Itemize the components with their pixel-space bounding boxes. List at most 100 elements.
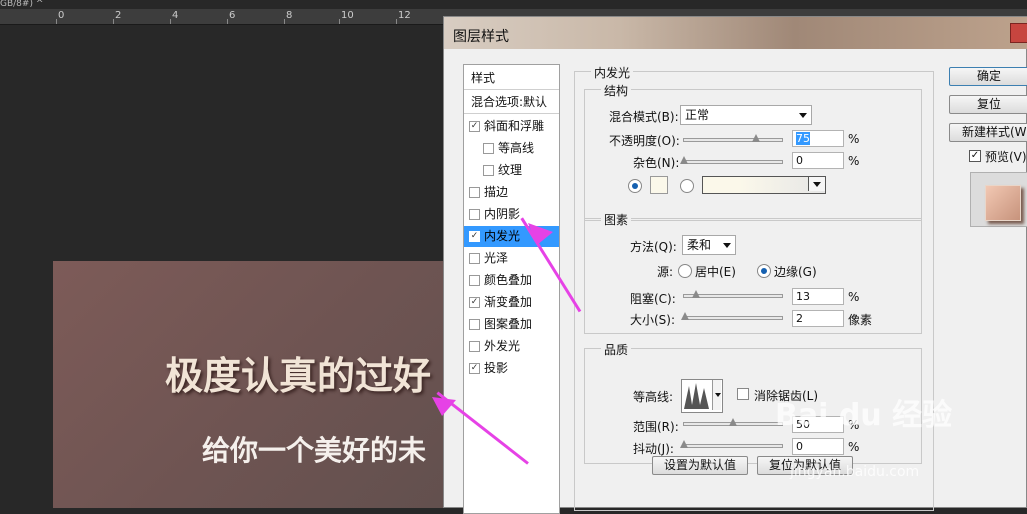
slider-thumb-icon[interactable] [729,418,738,427]
blend-options-item[interactable]: 混合选项:默认 [471,93,547,110]
checkbox-checked-icon[interactable]: ✓ [469,297,480,308]
style-item[interactable]: ✓ 投影 [464,358,559,379]
checkbox-icon[interactable] [469,209,480,220]
source-edge-radio[interactable] [757,264,771,278]
gradient-radio[interactable] [680,179,694,193]
slider-thumb-icon[interactable] [752,134,761,143]
blend-mode-label: 混合模式(B): [609,110,679,124]
style-item-label: 投影 [484,361,509,375]
ruler-label: 12 [398,10,411,21]
checkbox-icon[interactable] [483,165,494,176]
layer-style-dialog: 图层样式 样式 混合选项:默认 ✓ 斜面和浮雕 等高线 纹理 描边 内阴影 ✓ 内发光 光泽 颜色… [443,16,1027,514]
range-label: 范围(R): [633,420,679,434]
ok-button[interactable]: 确定 [949,67,1027,86]
slider-thumb-icon[interactable] [692,290,701,299]
watermark-logo: Bai du 经验 [775,398,953,433]
checkbox-icon[interactable] [469,341,480,352]
noise-unit: % [848,154,860,168]
antialias-checkbox[interactable] [737,388,749,400]
elements-legend: 图素 [601,211,632,228]
checkbox-checked-icon[interactable]: ✓ [469,121,480,132]
method-select[interactable]: 柔和 [682,235,736,255]
jitter-label: 抖动(J): [633,442,674,456]
style-item-label: 等高线 [498,141,535,155]
blend-mode-select[interactable]: 正常 [680,105,812,125]
make-default-button[interactable]: 设置为默认值 [652,456,748,475]
chevron-down-icon [715,393,721,397]
opacity-label: 不透明度(O): [609,134,680,148]
styles-header[interactable]: 样式 [471,69,495,86]
opacity-field[interactable]: 75 [792,130,844,147]
style-item-label: 颜色叠加 [484,273,533,287]
style-item[interactable]: 图案叠加 [464,314,559,335]
glow-gradient-swatch[interactable] [702,176,826,194]
source-label: 源: [657,265,674,279]
slider-thumb-icon[interactable] [680,156,689,165]
ruler-label: 4 [172,10,179,21]
arrow-head-icon [528,223,553,245]
size-field[interactable]: 2 [792,310,844,327]
dialog-titlebar[interactable]: 图层样式 [444,17,1027,49]
size-value: 2 [796,312,803,325]
opacity-slider[interactable] [683,134,783,142]
size-slider[interactable] [681,312,783,320]
jitter-slider[interactable] [680,440,783,448]
checkbox-icon[interactable] [469,275,480,286]
blend-mode-value: 正常 [685,108,710,122]
jitter-unit: % [848,440,860,454]
choke-field[interactable]: 13 [792,288,844,305]
slider-thumb-icon[interactable] [680,440,689,449]
chevron-down-icon[interactable] [813,182,821,187]
style-item[interactable]: 等高线 [464,138,559,159]
new-style-button[interactable]: 新建样式(W [949,123,1027,142]
jitter-field[interactable]: 0 [792,438,844,455]
structure-group: 结构 混合模式(B): 正常 不透明度(O): 75 % 杂色(N): 0 % [584,82,922,221]
style-item-label: 斜面和浮雕 [484,119,545,133]
document-tab[interactable]: GB/8#) ^ [0,0,60,9]
contour-label: 等高线: [633,390,674,404]
style-item[interactable]: 颜色叠加 [464,270,559,291]
tab-close-icon[interactable]: ^ [36,0,44,9]
opacity-value: 75 [796,132,810,145]
document-canvas[interactable]: 极度认真的过好 给你一个美好的未 [53,261,453,508]
section-title: 内发光 [591,64,634,81]
preview-label: 预览(V) [985,150,1027,164]
style-item-label: 内阴影 [484,207,521,221]
style-item[interactable]: 外发光 [464,336,559,357]
checkbox-checked-icon[interactable]: ✓ [469,231,480,242]
checkbox-icon[interactable] [483,143,494,154]
watermark-url: jingyan.baidu.com [790,464,920,480]
style-item[interactable]: 描边 [464,182,559,203]
noise-field[interactable]: 0 [792,152,844,169]
ruler-label: 6 [229,10,236,21]
checkbox-icon[interactable] [469,319,480,330]
elements-group: 图素 方法(Q): 柔和 源: 居中(E) 边缘(G) 阻塞(C): 13 % … [584,211,922,334]
canvas-title-text: 极度认真的过好 [165,354,432,398]
glow-color-swatch[interactable] [650,176,668,194]
size-unit: 像素 [848,313,873,327]
choke-value: 13 [796,290,810,303]
source-center-radio[interactable] [678,264,692,278]
style-item[interactable]: 纹理 [464,160,559,181]
arrow-head-icon [432,397,456,416]
dialog-title: 图层样式 [453,29,509,45]
method-label: 方法(Q): [630,240,677,254]
preview-checkbox[interactable]: ✓ [969,150,981,162]
ruler-label: 2 [115,10,122,21]
checkbox-icon[interactable] [469,187,480,198]
slider-thumb-icon[interactable] [681,312,690,321]
contour-picker[interactable] [681,379,723,413]
checkbox-icon[interactable] [469,253,480,264]
noise-slider[interactable] [680,156,783,164]
reset-button[interactable]: 复位 [949,95,1027,114]
color-radio[interactable] [628,179,642,193]
close-icon[interactable] [1010,23,1027,43]
style-item[interactable]: ✓ 渐变叠加 [464,292,559,313]
checkbox-checked-icon[interactable]: ✓ [469,363,480,374]
canvas-subtitle-text: 给你一个美好的未 [202,434,427,467]
choke-slider[interactable] [683,290,783,298]
source-edge-label: 边缘(G) [774,265,817,279]
style-item-label: 渐变叠加 [484,295,533,309]
range-slider[interactable] [683,418,783,426]
style-item[interactable]: ✓ 斜面和浮雕 [464,116,559,137]
